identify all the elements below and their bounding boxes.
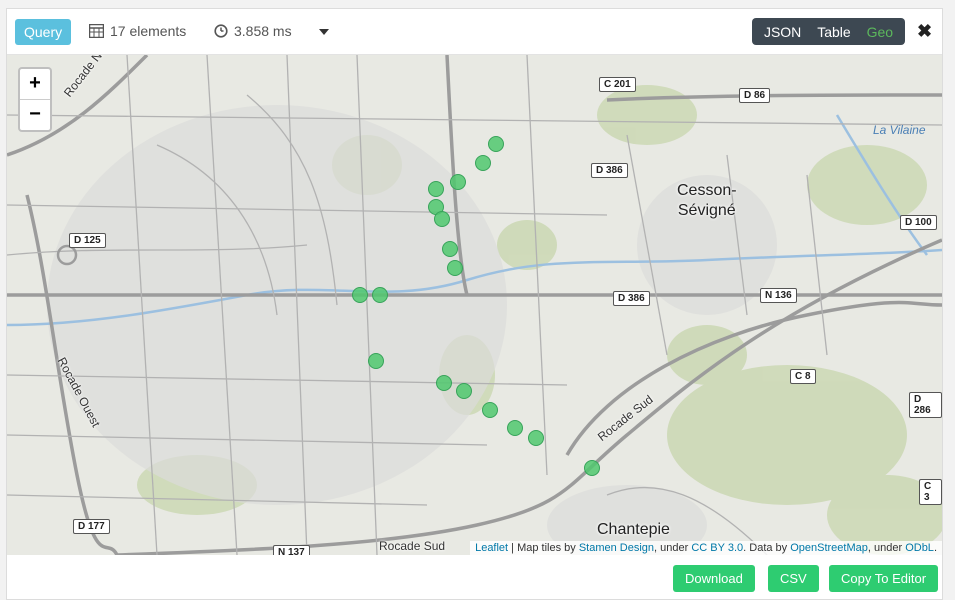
result-marker[interactable] bbox=[447, 260, 463, 276]
street-label-rocade-sud: Rocade Sud bbox=[379, 539, 446, 553]
cc-by-link[interactable]: CC BY 3.0 bbox=[691, 542, 743, 554]
place-label-cesson-sevigne: Cesson- Sévigné bbox=[677, 181, 737, 221]
close-icon[interactable]: ✖ bbox=[917, 21, 932, 42]
place-label-chantepie: Chantepie bbox=[597, 521, 670, 538]
road-label-n137: N 137 bbox=[273, 545, 310, 555]
result-toolbar: Query 17 elements 3.858 ms JSON Table Ge… bbox=[7, 9, 942, 55]
zoom-out-button[interactable]: − bbox=[20, 100, 50, 130]
tab-json[interactable]: JSON bbox=[759, 24, 806, 40]
road-label-d100: D 100 bbox=[900, 215, 937, 230]
result-marker[interactable] bbox=[428, 181, 444, 197]
copy-to-editor-button[interactable]: Copy To Editor bbox=[829, 565, 939, 592]
query-button[interactable]: Query bbox=[15, 19, 72, 45]
attribution-text-3: . Data by bbox=[743, 542, 791, 554]
result-marker[interactable] bbox=[352, 287, 368, 303]
clock-icon bbox=[214, 24, 228, 38]
result-marker[interactable] bbox=[368, 353, 384, 369]
csv-button[interactable]: CSV bbox=[768, 565, 819, 592]
result-marker[interactable] bbox=[475, 155, 491, 171]
place-label-cesson-line1: Cesson- bbox=[677, 182, 737, 199]
road-label-d386: D 386 bbox=[591, 163, 628, 178]
download-button[interactable]: Download bbox=[673, 565, 755, 592]
result-marker[interactable] bbox=[507, 420, 523, 436]
element-count: 17 elements bbox=[89, 23, 186, 39]
road-label-n136: N 136 bbox=[760, 288, 797, 303]
road-label-c8: C 8 bbox=[790, 369, 816, 384]
road-label-d286: D 286 bbox=[909, 392, 942, 418]
overpass-result-panel: Query 17 elements 3.858 ms JSON Table Ge… bbox=[6, 8, 943, 600]
map-attribution: Leaflet | Map tiles by Stamen Design, un… bbox=[470, 541, 942, 555]
tab-table[interactable]: Table bbox=[812, 24, 855, 40]
road-label-d386-south: D 386 bbox=[613, 291, 650, 306]
result-marker[interactable] bbox=[450, 174, 466, 190]
attribution-text-4: , under bbox=[867, 542, 906, 554]
caret-down-icon[interactable] bbox=[319, 29, 329, 35]
result-marker[interactable] bbox=[488, 136, 504, 152]
odbl-link[interactable]: ODbL bbox=[905, 542, 934, 554]
place-label-cesson-line2: Sévigné bbox=[677, 202, 736, 219]
attribution-text-5: . bbox=[933, 542, 937, 554]
road-label-c3: C 3 bbox=[919, 479, 942, 505]
stamen-link[interactable]: Stamen Design bbox=[579, 542, 654, 554]
result-marker[interactable] bbox=[482, 402, 498, 418]
water-label-la-vilaine: La Vilaine bbox=[873, 123, 926, 137]
table-grid-icon bbox=[89, 24, 104, 38]
attribution-text-1: | Map tiles by bbox=[508, 542, 579, 554]
result-marker[interactable] bbox=[372, 287, 388, 303]
osm-link[interactable]: OpenStreetMap bbox=[790, 542, 868, 554]
result-marker[interactable] bbox=[442, 241, 458, 257]
map-tiles bbox=[7, 55, 942, 555]
query-timing-text: 3.858 ms bbox=[234, 23, 292, 39]
result-marker[interactable] bbox=[456, 383, 472, 399]
road-label-d86: D 86 bbox=[739, 88, 771, 103]
road-label-c201: C 201 bbox=[599, 77, 636, 92]
road-label-d177: D 177 bbox=[73, 519, 110, 534]
tab-geo[interactable]: Geo bbox=[862, 24, 898, 40]
leaflet-link[interactable]: Leaflet bbox=[475, 542, 508, 554]
road-label-d125: D 125 bbox=[69, 233, 106, 248]
result-marker[interactable] bbox=[584, 460, 600, 476]
result-marker[interactable] bbox=[528, 430, 544, 446]
view-switcher: JSON Table Geo bbox=[752, 18, 905, 45]
zoom-control: + − bbox=[18, 67, 52, 132]
query-timing: 3.858 ms bbox=[214, 23, 292, 39]
result-marker[interactable] bbox=[436, 375, 452, 391]
zoom-in-button[interactable]: + bbox=[20, 69, 50, 100]
element-count-text: 17 elements bbox=[110, 23, 187, 39]
map-view[interactable]: + − Rocade Nord-Ouest Rocade Ouest Rocad… bbox=[7, 55, 942, 555]
result-marker[interactable] bbox=[434, 211, 450, 227]
attribution-text-2: , under bbox=[654, 542, 692, 554]
